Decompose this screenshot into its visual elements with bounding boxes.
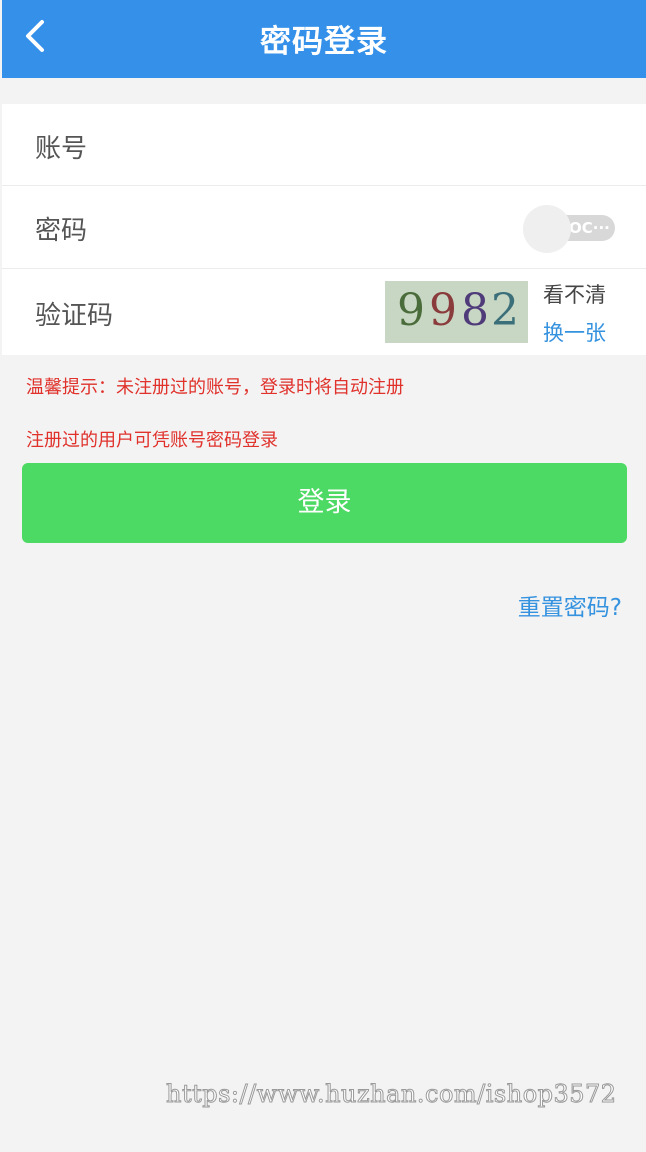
captcha-digit: 9: [429, 285, 457, 336]
captcha-unclear-text: 看不清: [543, 283, 606, 307]
watermark-text: https://www.huzhan.com/ishop3572: [166, 1080, 617, 1109]
password-label: 密码: [35, 216, 88, 246]
header-bar: 密码登录: [2, 0, 646, 78]
reset-password-link[interactable]: 重置密码?: [518, 588, 622, 622]
captcha-digit: 8: [461, 285, 489, 336]
page-title: 密码登录: [260, 24, 388, 60]
captcha-digit: 9: [397, 285, 425, 336]
toggle-text: OC···: [569, 219, 610, 237]
tip-line-1: 温馨提示：未注册过的账号，登录时将自动注册: [26, 377, 404, 398]
captcha-label: 验证码: [35, 301, 114, 331]
captcha-row: 验证码 9982 看不清 换一张: [2, 269, 646, 355]
captcha-digit: 2: [491, 285, 519, 336]
captcha-input[interactable]: [132, 287, 376, 335]
toggle-knob: [523, 205, 571, 253]
account-row: 账号: [2, 104, 646, 186]
account-input[interactable]: [132, 122, 606, 170]
password-visibility-toggle[interactable]: OC···: [523, 205, 615, 253]
login-button[interactable]: 登录: [22, 463, 627, 543]
password-row: 密码 OC···: [2, 186, 646, 269]
captcha-image[interactable]: 9982: [385, 281, 528, 343]
password-input[interactable]: [132, 204, 516, 252]
tip-line-2: 注册过的用户可凭账号密码登录: [26, 430, 278, 451]
login-form: 账号 密码 OC··· 验证码 9982 看不清 换一张: [2, 104, 646, 355]
captcha-refresh-link[interactable]: 换一张: [543, 317, 606, 347]
account-label: 账号: [35, 134, 88, 164]
